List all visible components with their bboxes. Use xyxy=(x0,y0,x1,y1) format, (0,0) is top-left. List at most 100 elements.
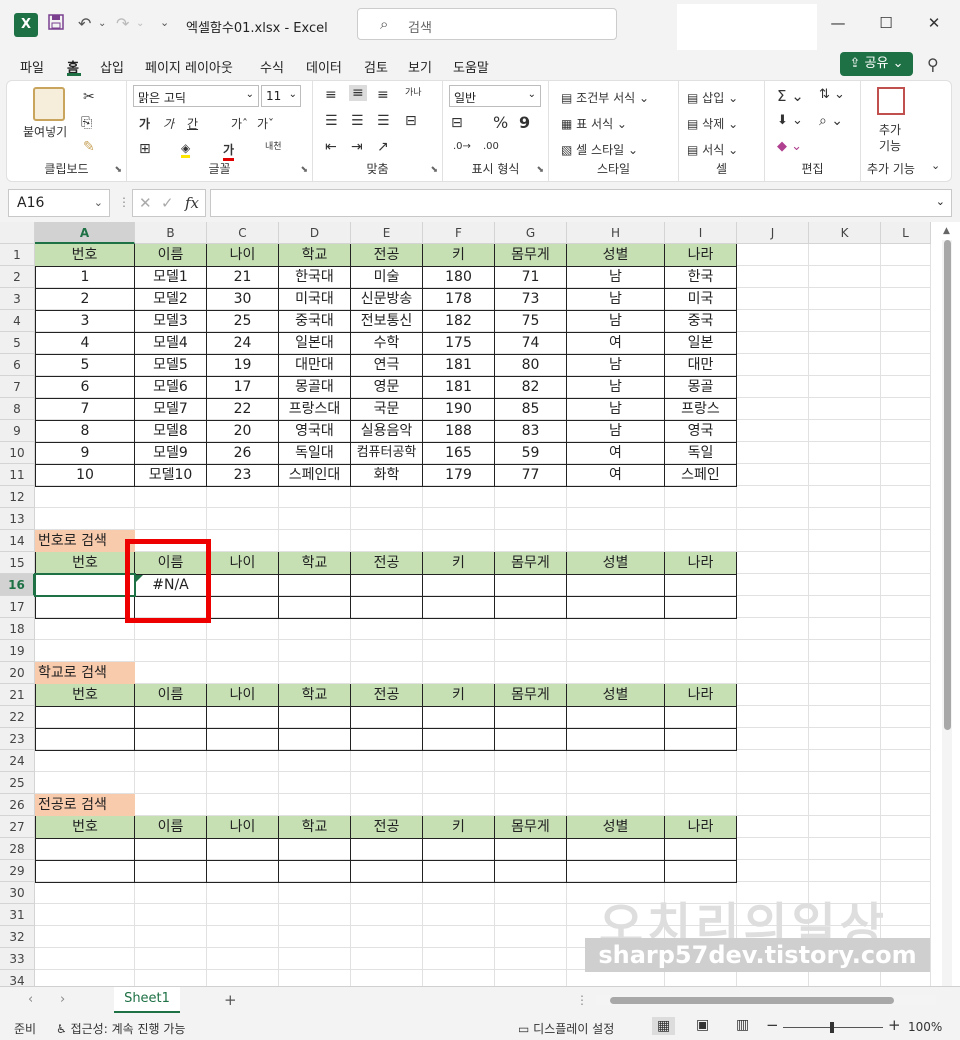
grid-cell[interactable] xyxy=(495,948,567,970)
tab-view[interactable]: 보기 xyxy=(408,57,432,76)
table-data-cell[interactable]: 25 xyxy=(207,310,279,333)
table-data-cell[interactable]: 남 xyxy=(567,288,665,311)
row-header-5[interactable]: 5 xyxy=(0,332,35,354)
column-header-i[interactable]: I xyxy=(665,222,737,244)
grid-cell[interactable] xyxy=(351,772,423,794)
search-result-cell[interactable] xyxy=(207,838,279,861)
tab-help[interactable]: 도움말 xyxy=(453,57,489,76)
grid-cell[interactable] xyxy=(279,794,351,816)
grid-cell[interactable] xyxy=(279,882,351,904)
grid-cell[interactable] xyxy=(495,530,567,552)
grid-cell[interactable] xyxy=(567,486,665,508)
paste-button[interactable]: 붙여넣기 xyxy=(23,123,67,140)
search-result-cell[interactable] xyxy=(351,860,423,883)
grid-cell[interactable] xyxy=(737,464,809,486)
table-data-cell[interactable]: 남 xyxy=(567,376,665,399)
grid-cell[interactable] xyxy=(279,640,351,662)
search-result-cell[interactable] xyxy=(495,728,567,751)
table-data-cell[interactable]: 19 xyxy=(207,354,279,377)
grid-cell[interactable] xyxy=(567,662,665,684)
table-data-cell[interactable]: 남 xyxy=(567,266,665,289)
row-header-25[interactable]: 25 xyxy=(0,772,35,794)
grid-cell[interactable] xyxy=(135,948,207,970)
page-break-view-icon[interactable]: ▥ xyxy=(736,1017,749,1033)
accessibility-status[interactable]: ♿ 접근성: 계속 진행 가능 xyxy=(56,1020,185,1037)
grid-cell[interactable] xyxy=(423,486,495,508)
grid-cell[interactable] xyxy=(737,662,809,684)
table-data-cell[interactable]: 8 xyxy=(35,420,135,443)
cancel-icon[interactable]: ✕ xyxy=(139,194,152,212)
format-cells-button[interactable]: ▤ 서식 ⌄ xyxy=(687,141,738,158)
shrink-font-button[interactable]: 가ˇ xyxy=(257,115,274,132)
table-data-cell[interactable]: 182 xyxy=(423,310,495,333)
paste-icon[interactable] xyxy=(33,87,65,121)
grid-cell[interactable] xyxy=(737,332,809,354)
table-data-cell[interactable]: 미술 xyxy=(351,266,423,289)
grid-cell[interactable] xyxy=(35,926,135,948)
table-data-cell[interactable]: 모델2 xyxy=(135,288,207,311)
grid-cell[interactable] xyxy=(351,970,423,986)
search-header-cell[interactable]: 이름 xyxy=(135,684,207,707)
search-header-cell[interactable]: 전공 xyxy=(351,816,423,839)
search-result-cell[interactable] xyxy=(279,728,351,751)
row-header-6[interactable]: 6 xyxy=(0,354,35,376)
grid-cell[interactable] xyxy=(737,266,809,288)
table-data-cell[interactable]: 남 xyxy=(567,420,665,443)
grid-cell[interactable] xyxy=(881,354,931,376)
minimize-button[interactable]: — xyxy=(818,14,858,32)
grid-cell[interactable] xyxy=(423,640,495,662)
grid-cell[interactable] xyxy=(881,310,931,332)
scroll-up-icon[interactable]: ▲ xyxy=(943,226,950,236)
tab-file[interactable]: 파일 xyxy=(20,57,44,76)
grid-cell[interactable] xyxy=(567,530,665,552)
table-data-cell[interactable]: 188 xyxy=(423,420,495,443)
table-header-cell[interactable]: 나라 xyxy=(665,244,737,267)
grid-cell[interactable] xyxy=(737,574,809,596)
grid-cell[interactable] xyxy=(423,772,495,794)
grid-cell[interactable] xyxy=(135,486,207,508)
table-data-cell[interactable]: 모델8 xyxy=(135,420,207,443)
name-box[interactable]: A16 ⌄ xyxy=(8,189,110,217)
row-header-21[interactable]: 21 xyxy=(0,684,35,706)
table-data-cell[interactable]: 중국대 xyxy=(279,310,351,333)
grid-cell[interactable] xyxy=(351,486,423,508)
row-header-7[interactable]: 7 xyxy=(0,376,35,398)
table-data-cell[interactable]: 30 xyxy=(207,288,279,311)
grid-cell[interactable] xyxy=(279,508,351,530)
row-header-3[interactable]: 3 xyxy=(0,288,35,310)
search-result-cell[interactable] xyxy=(567,728,665,751)
align-left-icon[interactable]: ☰ xyxy=(325,113,338,129)
row-header-13[interactable]: 13 xyxy=(0,508,35,530)
grid-cell[interactable] xyxy=(423,948,495,970)
underline-button[interactable]: 간 xyxy=(187,115,198,132)
table-header-cell[interactable]: 나이 xyxy=(207,244,279,267)
table-data-cell[interactable]: 신문방송 xyxy=(351,288,423,311)
search-header-cell[interactable]: 이름 xyxy=(135,816,207,839)
grid-cell[interactable] xyxy=(809,442,881,464)
tab-data[interactable]: 데이터 xyxy=(306,57,342,76)
search-result-cell[interactable] xyxy=(665,706,737,729)
table-data-cell[interactable]: 모델7 xyxy=(135,398,207,421)
grid-cell[interactable] xyxy=(279,530,351,552)
grid-cell[interactable] xyxy=(737,310,809,332)
search-result-cell[interactable] xyxy=(567,860,665,883)
table-data-cell[interactable]: 178 xyxy=(423,288,495,311)
grid-cell[interactable] xyxy=(737,420,809,442)
table-data-cell[interactable]: 프랑스 xyxy=(665,398,737,421)
grid-cell[interactable] xyxy=(809,684,881,706)
table-data-cell[interactable]: 9 xyxy=(35,442,135,465)
grid-cell[interactable] xyxy=(881,772,931,794)
grid-cell[interactable] xyxy=(809,706,881,728)
grid-cell[interactable] xyxy=(809,618,881,640)
grid-cell[interactable] xyxy=(495,772,567,794)
grid-cell[interactable] xyxy=(881,464,931,486)
number-format-select[interactable]: 일반 ⌄ xyxy=(449,85,541,107)
grid-cell[interactable] xyxy=(567,618,665,640)
grid-cell[interactable] xyxy=(881,332,931,354)
search-header-cell[interactable]: 학교 xyxy=(279,816,351,839)
search-result-cell[interactable] xyxy=(495,574,567,597)
search-header-cell[interactable]: 몸무게 xyxy=(495,816,567,839)
grid-cell[interactable] xyxy=(495,618,567,640)
table-header-cell[interactable]: 학교 xyxy=(279,244,351,267)
grid-cell[interactable] xyxy=(351,794,423,816)
